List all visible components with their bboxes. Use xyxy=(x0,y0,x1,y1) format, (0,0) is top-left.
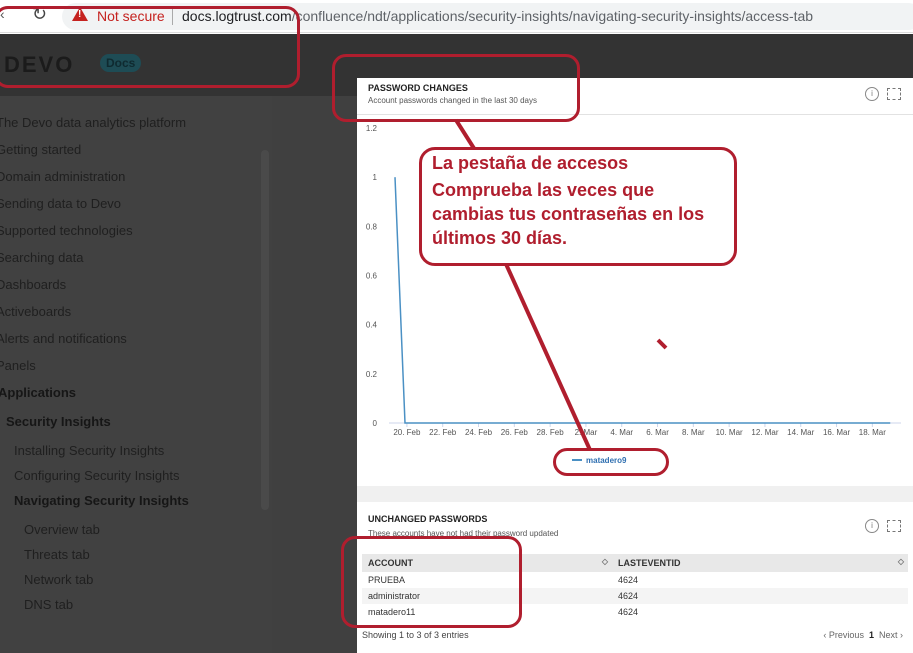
annotation-body: Comprueba las veces que cambias tus cont… xyxy=(432,180,705,248)
x-tick-label: 20. Feb xyxy=(393,428,421,437)
table-info: Showing 1 to 3 of 3 entries xyxy=(362,630,469,640)
x-tick-label: 16. Mar xyxy=(823,428,850,437)
sidebar-item[interactable]: Alerts and notifications xyxy=(0,331,127,346)
previous-page-button[interactable]: ‹ Previous xyxy=(823,630,864,640)
unchanged-passwords-title: UNCHANGED PASSWORDS xyxy=(368,514,488,524)
annotation-box-url xyxy=(0,6,300,88)
x-tick-label: 4. Mar xyxy=(610,428,633,437)
sidebar-item[interactable]: Sending data to Devo xyxy=(0,196,121,211)
x-tick-label: 10. Mar xyxy=(716,428,743,437)
y-tick-label: 0 xyxy=(373,419,378,428)
y-tick-label: 1 xyxy=(373,173,378,182)
annotation-box-title xyxy=(332,54,580,122)
previous-label: Previous xyxy=(828,630,864,640)
cell-lasteventid: 4624 xyxy=(618,575,639,585)
url-path: /confluence/ndt/applications/security-in… xyxy=(291,8,814,24)
sort-icon[interactable]: ◇ xyxy=(602,557,608,566)
x-tick-label: 28. Feb xyxy=(537,428,565,437)
sort-icon[interactable]: ◇ xyxy=(898,557,904,566)
sidebar-item[interactable]: The Devo data analytics platform xyxy=(0,115,186,130)
annotation-heading: La pestaña de accesos xyxy=(432,153,629,173)
sidebar-item[interactable]: Configuring Security Insights xyxy=(14,468,179,483)
column-label: LASTEVENTID xyxy=(618,558,681,568)
sidebar-scrollbar[interactable] xyxy=(261,150,269,510)
x-tick-label: 18. Mar xyxy=(859,428,886,437)
expand-icon[interactable] xyxy=(887,88,901,100)
y-tick-label: 1.2 xyxy=(366,124,378,133)
column-header-lasteventid[interactable]: LASTEVENTID ◇ xyxy=(612,554,908,572)
sidebar-item[interactable]: Searching data xyxy=(0,250,83,265)
y-tick-label: 0.6 xyxy=(366,272,378,281)
x-tick-label: 26. Feb xyxy=(501,428,529,437)
screen: ‹ ↻ Not secure docs.logtrust.com/conflue… xyxy=(0,0,913,653)
sidebar-item[interactable]: Activeboards xyxy=(0,304,71,319)
annotation-box-legend xyxy=(553,448,669,476)
sidebar-item[interactable]: Threats tab xyxy=(24,547,90,562)
x-tick-label: 24. Feb xyxy=(465,428,493,437)
y-tick-label: 0.2 xyxy=(366,370,378,379)
current-page[interactable]: 1 xyxy=(869,630,874,640)
sidebar-item[interactable]: Supported technologies xyxy=(0,223,133,238)
x-tick-label: 6. Mar xyxy=(646,428,669,437)
sidebar-item[interactable]: Dashboards xyxy=(0,277,66,292)
sidebar-item[interactable]: Installing Security Insights xyxy=(14,443,164,458)
cell-lasteventid: 4624 xyxy=(612,588,908,604)
next-page-button[interactable]: Next › xyxy=(879,630,903,640)
sidebar-item[interactable]: Applications xyxy=(0,385,76,400)
expand-icon[interactable] xyxy=(887,520,901,532)
y-tick-label: 0.4 xyxy=(366,321,378,330)
sidebar-item[interactable]: Panels xyxy=(0,358,36,373)
card-gap xyxy=(357,486,913,502)
sidebar-item[interactable]: Domain administration xyxy=(0,169,125,184)
sidebar-item[interactable]: Network tab xyxy=(24,572,93,587)
pagination: ‹ Previous 1 Next › xyxy=(823,630,903,640)
info-icon[interactable]: i xyxy=(865,87,879,101)
x-tick-label: 2. Mar xyxy=(575,428,598,437)
sidebar-item[interactable]: Getting started xyxy=(0,142,81,157)
cell-lasteventid: 4624 xyxy=(618,607,639,617)
annotation-callout: La pestaña de accesos Comprueba las vece… xyxy=(419,147,737,266)
sidebar: The Devo data analytics platform Getting … xyxy=(0,96,272,653)
sidebar-item[interactable]: DNS tab xyxy=(24,597,73,612)
y-tick-label: 0.8 xyxy=(366,222,378,231)
sidebar-item[interactable]: Security Insights xyxy=(6,414,111,429)
sidebar-item[interactable]: Overview tab xyxy=(24,522,100,537)
info-icon[interactable]: i xyxy=(865,519,879,533)
x-tick-label: 14. Mar xyxy=(787,428,814,437)
sidebar-item[interactable]: Navigating Security Insights xyxy=(14,493,189,508)
annotation-box-accounts xyxy=(341,536,522,628)
x-tick-label: 12. Mar xyxy=(751,428,778,437)
next-label: Next xyxy=(878,630,898,640)
x-tick-label: 8. Mar xyxy=(682,428,705,437)
x-tick-label: 22. Feb xyxy=(429,428,457,437)
